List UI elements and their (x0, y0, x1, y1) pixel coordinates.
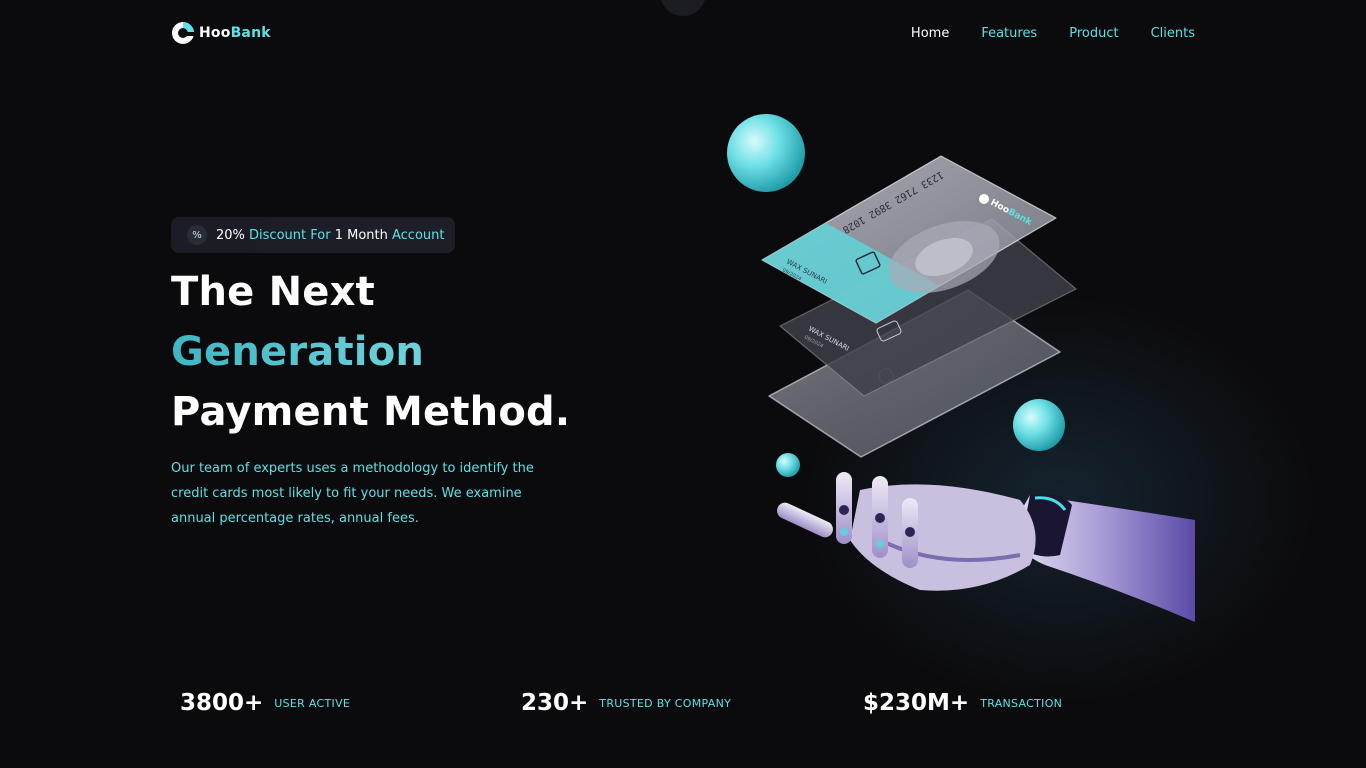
nav-link-clients[interactable]: Clients (1151, 26, 1195, 41)
hero-title: The Next Generation Payment Method. (171, 262, 570, 442)
hoobank-logo-icon (171, 21, 195, 45)
discount-badge: % 20% Discount For 1 Month Account (171, 217, 455, 253)
nav-link-product[interactable]: Product (1069, 26, 1118, 41)
stats-row: 3800+ USER ACTIVE 230+ TRUSTED BY COMPAN… (180, 690, 1180, 730)
sphere-large (727, 114, 805, 192)
sphere-medium (1013, 399, 1065, 451)
brand-name: HooBank (199, 25, 271, 41)
robot-hand (777, 472, 1195, 622)
hero-description: Our team of experts uses a methodology t… (171, 461, 534, 526)
nav-link-home[interactable]: Home (911, 26, 949, 41)
nav-link-features[interactable]: Features (981, 26, 1037, 41)
stat-value: 3800+ (180, 690, 264, 716)
sphere-small (776, 453, 800, 477)
discount-text: 20% Discount For 1 Month Account (216, 227, 445, 243)
discount-icon: % (187, 225, 207, 245)
scroll-indicator[interactable] (660, 0, 706, 16)
stat-users: 3800+ USER ACTIVE (180, 690, 350, 716)
stat-companies: 230+ TRUSTED BY COMPANY (521, 690, 731, 716)
stat-label: USER ACTIVE (274, 696, 351, 710)
hero-illustration: WAX SUNARI 09/2024 WAX SUNARI 09/2024 12… (700, 100, 1220, 640)
hero-title-line-1: The Next (171, 269, 375, 315)
stat-transactions: $230M+ TRANSACTION (863, 690, 1062, 716)
navbar: HooBank Home Features Product Clients (171, 16, 1195, 50)
hero-title-line-2: Generation (171, 322, 570, 382)
stat-value: 230+ (521, 690, 589, 716)
stat-value: $230M+ (863, 690, 970, 716)
stat-label: TRUSTED BY COMPANY (599, 696, 732, 710)
nav-links: Home Features Product Clients (911, 26, 1195, 41)
hero-title-line-3: Payment Method. (171, 389, 571, 435)
brand-logo[interactable]: HooBank (171, 21, 271, 45)
stat-label: TRANSACTION (980, 696, 1063, 710)
